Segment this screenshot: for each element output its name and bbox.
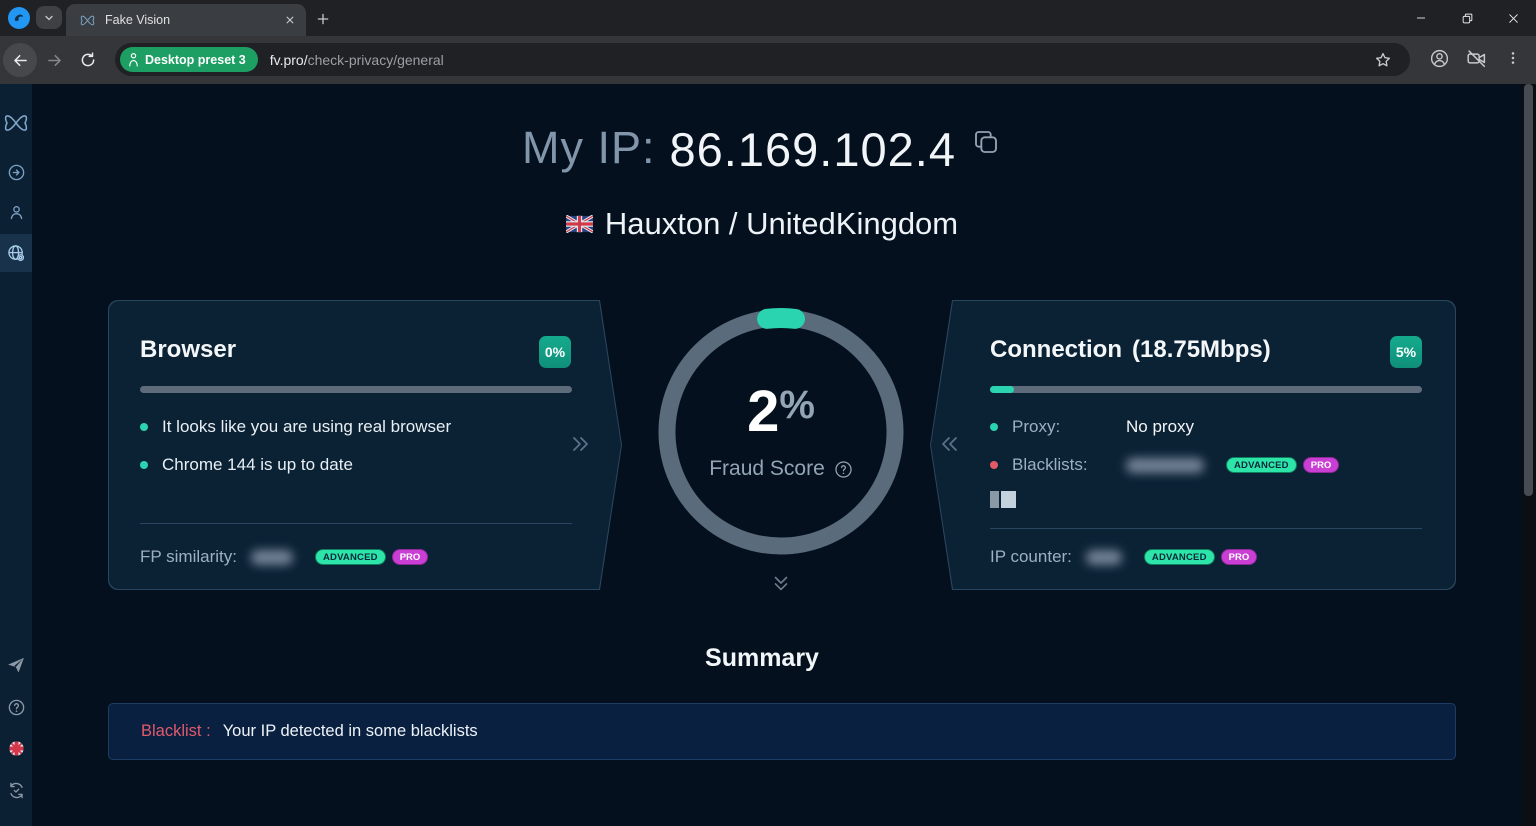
page-content: My IP: 86.169.102.4 Hauxton / UnitedKing… bbox=[0, 84, 1536, 826]
copy-ip-icon[interactable] bbox=[970, 126, 1002, 158]
browser-tab[interactable]: Fake Vision bbox=[66, 4, 306, 36]
status-dot-alert bbox=[990, 461, 998, 469]
toolbar-right-icons bbox=[1424, 43, 1528, 73]
minimize-button[interactable] bbox=[1398, 0, 1444, 36]
new-tab-button[interactable] bbox=[312, 8, 334, 30]
ip-header: My IP: 86.169.102.4 bbox=[32, 122, 1492, 177]
browser-check-row: It looks like you are using real browser bbox=[140, 417, 451, 437]
ip-value: 86.169.102.4 bbox=[670, 122, 956, 177]
pro-badge: PRO bbox=[392, 549, 429, 565]
fraud-score-value: 2 % bbox=[747, 383, 815, 441]
proxy-label: Proxy: bbox=[1012, 417, 1112, 437]
proxy-row: Proxy: No proxy bbox=[990, 417, 1194, 437]
ip-counter-label: IP counter: bbox=[990, 547, 1072, 567]
blurred-value bbox=[1126, 458, 1204, 473]
sidebar-item-profiles[interactable] bbox=[0, 193, 32, 231]
pro-badge: PRO bbox=[1303, 457, 1340, 473]
fraud-score-help-icon[interactable] bbox=[834, 460, 853, 479]
close-window-button[interactable] bbox=[1490, 0, 1536, 36]
tab-list-dropdown-button[interactable] bbox=[36, 6, 62, 29]
status-dot-ok bbox=[990, 423, 998, 431]
blurred-image-placeholder bbox=[990, 491, 1016, 508]
blacklists-row: Blacklists: ADVANCED PRO bbox=[990, 455, 1339, 475]
browser-check-row: Chrome 144 is up to date bbox=[140, 455, 353, 475]
menu-kebab-icon[interactable] bbox=[1498, 43, 1528, 73]
url-path: check-privacy/general bbox=[308, 52, 444, 68]
fp-similarity-row: FP similarity: ADVANCED PRO bbox=[140, 547, 428, 567]
connection-score-badge: 5% bbox=[1390, 336, 1422, 368]
connection-progress-bar bbox=[990, 386, 1422, 393]
forward-button[interactable] bbox=[37, 43, 71, 77]
butterfly-logo-icon[interactable] bbox=[0, 102, 32, 144]
alert-message: Your IP detected in some blacklists bbox=[223, 722, 478, 741]
status-dot-ok bbox=[140, 461, 148, 469]
fraud-score-gauge: 2 % Fraud Score bbox=[651, 302, 911, 562]
scrollbar-thumb[interactable] bbox=[1524, 84, 1533, 496]
fp-similarity-label: FP similarity: bbox=[140, 547, 237, 567]
ip-label: My IP: bbox=[522, 122, 656, 174]
butterfly-favicon-icon bbox=[79, 12, 96, 29]
connection-panel-title: Connection bbox=[990, 336, 1122, 364]
tab-title: Fake Vision bbox=[105, 13, 281, 27]
main-content: My IP: 86.169.102.4 Hauxton / UnitedKing… bbox=[32, 84, 1522, 826]
location-row: Hauxton / UnitedKingdom bbox=[32, 206, 1492, 242]
blurred-value bbox=[251, 550, 293, 565]
expand-summary-icon[interactable] bbox=[760, 570, 802, 596]
browser-toolbar: Desktop preset 3 fv.pro/check-privacy/ge… bbox=[0, 36, 1536, 84]
advanced-badge: ADVANCED bbox=[315, 549, 386, 565]
browser-logo-icon[interactable] bbox=[8, 7, 30, 29]
reload-button[interactable] bbox=[71, 43, 105, 77]
address-bar[interactable]: Desktop preset 3 fv.pro/check-privacy/ge… bbox=[115, 43, 1410, 76]
restore-button[interactable] bbox=[1444, 0, 1490, 36]
blacklists-label: Blacklists: bbox=[1012, 455, 1112, 475]
telegram-icon[interactable] bbox=[0, 646, 32, 684]
tab-close-icon[interactable] bbox=[281, 12, 298, 29]
back-button[interactable] bbox=[3, 43, 37, 77]
browser-panel-title: Browser bbox=[140, 336, 236, 364]
browser-progress-bar bbox=[140, 386, 572, 393]
uk-flag-location-icon bbox=[566, 215, 593, 233]
expand-browser-details-icon[interactable] bbox=[568, 432, 592, 456]
summary-title: Summary bbox=[32, 644, 1492, 673]
status-dot-ok bbox=[140, 423, 148, 431]
sync-icon[interactable] bbox=[0, 771, 32, 809]
advanced-badge: ADVANCED bbox=[1226, 457, 1297, 473]
url-text[interactable]: fv.pro/check-privacy/general bbox=[270, 52, 1368, 68]
fraud-score-percent: % bbox=[779, 385, 815, 425]
app-sidebar bbox=[0, 84, 32, 826]
uk-flag-icon[interactable] bbox=[0, 729, 32, 767]
proxy-value: No proxy bbox=[1126, 417, 1194, 437]
connection-panel: Connection (18.75Mbps) 5% Proxy: No prox… bbox=[930, 300, 1456, 590]
page-scrollbar bbox=[1522, 84, 1536, 826]
browser-score-badge: 0% bbox=[539, 336, 571, 368]
window-titlebar: Fake Vision bbox=[0, 0, 1536, 36]
fraud-score-label: Fraud Score bbox=[709, 457, 825, 481]
ip-counter-row: IP counter: ADVANCED PRO bbox=[990, 547, 1257, 567]
alert-label: Blacklist : bbox=[141, 722, 211, 741]
camera-off-icon[interactable] bbox=[1461, 43, 1491, 73]
window-controls bbox=[1398, 0, 1536, 36]
sidebar-item-start[interactable] bbox=[0, 153, 32, 191]
browser-check-text: Chrome 144 is up to date bbox=[162, 455, 353, 475]
fraud-score-number: 2 bbox=[747, 383, 779, 441]
blacklist-alert: Blacklist : Your IP detected in some bla… bbox=[108, 703, 1456, 760]
help-icon[interactable] bbox=[0, 688, 32, 726]
browser-check-text: It looks like you are using real browser bbox=[162, 417, 451, 437]
advanced-badge: ADVANCED bbox=[1144, 549, 1215, 565]
browser-panel: Browser 0% It looks like you are using r… bbox=[108, 300, 622, 590]
pro-badge: PRO bbox=[1221, 549, 1258, 565]
bookmark-star-icon[interactable] bbox=[1368, 45, 1398, 75]
preset-badge-label: Desktop preset 3 bbox=[145, 53, 246, 67]
profile-preset-badge[interactable]: Desktop preset 3 bbox=[120, 47, 258, 72]
url-host: fv.pro/ bbox=[270, 52, 308, 68]
expand-connection-details-icon[interactable] bbox=[938, 432, 962, 456]
sidebar-item-check-privacy[interactable] bbox=[0, 234, 32, 272]
location-text: Hauxton / UnitedKingdom bbox=[605, 206, 958, 242]
blurred-value bbox=[1086, 550, 1122, 565]
connection-speed: (18.75Mbps) bbox=[1132, 336, 1271, 364]
profile-icon[interactable] bbox=[1424, 43, 1454, 73]
